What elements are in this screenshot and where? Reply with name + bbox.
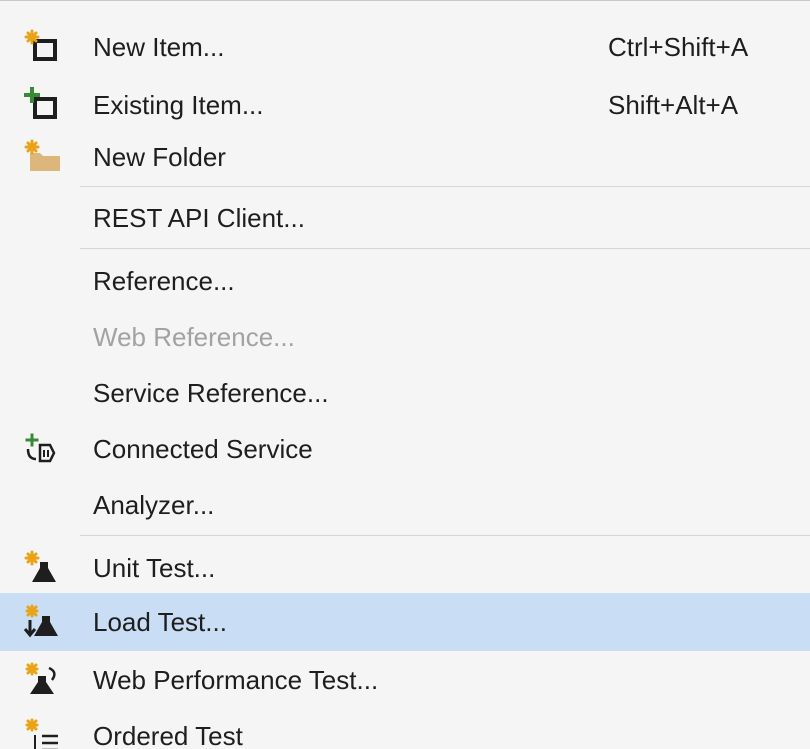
menu-item-web-reference: Web Reference... xyxy=(0,308,810,366)
menu-item-new-item[interactable]: New Item... Ctrl+Shift+A xyxy=(0,18,810,76)
menu-item-reference[interactable]: Reference... xyxy=(0,252,810,310)
menu-item-label: REST API Client... xyxy=(93,203,305,233)
menu-item-analyzer[interactable]: Analyzer... xyxy=(0,476,810,534)
new-folder-icon xyxy=(22,139,62,175)
menu-item-ordered-test[interactable]: Ordered Test xyxy=(0,707,810,749)
ordered-test-icon xyxy=(22,718,62,749)
menu-item-label: Unit Test... xyxy=(93,553,216,583)
menu-item-label: Reference... xyxy=(93,266,235,296)
menu-item-label: Web Performance Test... xyxy=(93,665,379,695)
menu-item-label: New Item... xyxy=(93,32,225,62)
menu-item-existing-item[interactable]: Existing Item... Shift+Alt+A xyxy=(0,76,810,134)
menu-item-shortcut: Shift+Alt+A xyxy=(608,90,739,120)
load-test-icon xyxy=(22,604,62,640)
menu-item-unit-test[interactable]: Unit Test... xyxy=(0,539,810,597)
menu-item-service-reference[interactable]: Service Reference... xyxy=(0,364,810,422)
connected-service-icon xyxy=(22,431,62,467)
menu-item-load-test[interactable]: Load Test... xyxy=(0,593,810,651)
menu-item-label: Existing Item... xyxy=(93,90,264,120)
menu-item-label: Analyzer... xyxy=(93,490,215,520)
menu-item-label: New Folder xyxy=(93,142,226,172)
web-performance-test-icon xyxy=(22,662,62,698)
menu-item-label: Load Test... xyxy=(93,607,227,637)
menu-separator xyxy=(80,535,810,536)
menu-item-label: Web Reference... xyxy=(93,322,295,352)
existing-item-icon xyxy=(22,87,62,123)
menu-item-label: Service Reference... xyxy=(93,378,329,408)
unit-test-icon xyxy=(22,550,62,586)
menu-item-label: Connected Service xyxy=(93,434,313,464)
new-item-icon xyxy=(22,29,62,65)
menu-item-rest-api-client[interactable]: REST API Client... xyxy=(0,189,810,247)
menu-separator xyxy=(80,186,810,187)
menu-item-label: Ordered Test xyxy=(93,721,243,749)
context-menu: New Item... Ctrl+Shift+A Existing Item..… xyxy=(0,0,810,749)
menu-item-shortcut: Ctrl+Shift+A xyxy=(608,32,749,62)
menu-separator xyxy=(80,248,810,249)
menu-item-connected-service[interactable]: Connected Service xyxy=(0,420,810,478)
menu-item-web-performance-test[interactable]: Web Performance Test... xyxy=(0,651,810,709)
menu-item-new-folder[interactable]: New Folder xyxy=(0,128,810,186)
